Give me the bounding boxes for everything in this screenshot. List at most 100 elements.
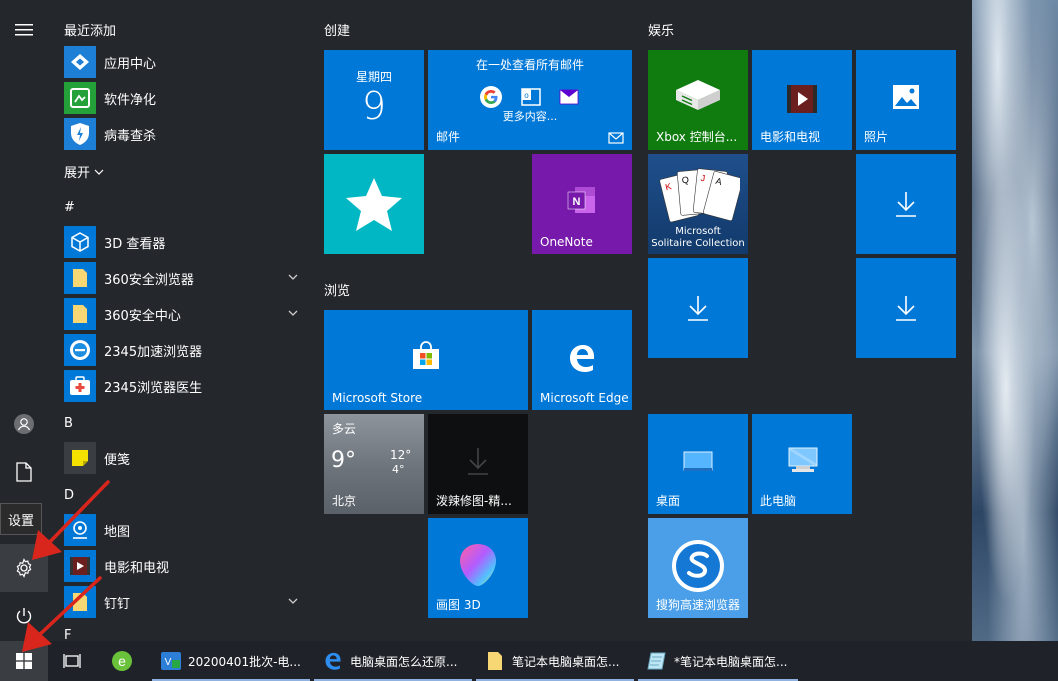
tile-star-app[interactable] bbox=[324, 154, 424, 254]
expand-button[interactable]: 展开 bbox=[64, 162, 104, 181]
sticky-notes-icon bbox=[64, 442, 96, 474]
tile-sogou-browser[interactable]: 搜狗高速浏览器 bbox=[648, 518, 748, 618]
chevron-down-icon bbox=[94, 169, 104, 175]
group-letter-hash[interactable]: # bbox=[64, 200, 75, 215]
taskbar-ie-button[interactable]: e bbox=[100, 641, 144, 681]
tile-label: 电影和电视 bbox=[760, 130, 821, 144]
weather-city: 北京 bbox=[332, 494, 357, 508]
app-item-maps[interactable]: 地图 bbox=[64, 513, 304, 547]
tile-label: Xbox 控制台... bbox=[656, 130, 738, 144]
taskbar: e V 20200401批次-电... 电脑桌面怎么还原... 笔记本电脑桌面怎… bbox=[0, 641, 1058, 681]
tile-microsoft-edge[interactable]: Microsoft Edge bbox=[532, 310, 632, 410]
solitaire-line2: Solitaire Collection bbox=[651, 238, 745, 249]
start-button[interactable] bbox=[0, 641, 48, 681]
movies-tv-icon bbox=[64, 550, 96, 582]
tile-xbox[interactable]: Xbox 控制台... bbox=[648, 50, 748, 150]
tile-pending-download[interactable] bbox=[856, 154, 956, 254]
app-item-movies-tv[interactable]: 电影和电视 bbox=[64, 549, 304, 583]
folder-icon bbox=[484, 650, 506, 672]
app-label: 钉钉 bbox=[104, 596, 131, 612]
tile-label: OneNote bbox=[540, 235, 593, 249]
taskbar-app-label: 电脑桌面怎么还原... bbox=[350, 654, 458, 669]
tile-spicy-photo[interactable]: 泼辣修图-精... bbox=[428, 414, 528, 514]
app-item-2345-browser[interactable]: 2345加速浏览器 bbox=[64, 333, 304, 367]
app-label: 3D 查看器 bbox=[104, 236, 166, 252]
tile-pending-download[interactable] bbox=[648, 258, 748, 358]
taskbar-app-notepad[interactable]: *笔记本电脑桌面怎... bbox=[638, 641, 798, 681]
task-view-button[interactable] bbox=[48, 641, 96, 681]
expand-label: 展开 bbox=[64, 166, 91, 181]
mail-heading: 在一处查看所有邮件 bbox=[475, 58, 584, 72]
group-letter-b[interactable]: B bbox=[64, 416, 73, 431]
task-view-icon bbox=[63, 654, 81, 668]
taskbar-app-label: *笔记本电脑桌面怎... bbox=[674, 654, 788, 669]
app-item-360-browser[interactable]: 360安全浏览器 bbox=[64, 261, 304, 295]
svg-text:Q: Q bbox=[681, 175, 689, 186]
excel-like-icon: V bbox=[160, 650, 182, 672]
chevron-down-icon[interactable] bbox=[286, 594, 300, 608]
tile-label: Microsoft Edge bbox=[540, 391, 629, 405]
3d-viewer-icon bbox=[64, 226, 96, 258]
film-icon bbox=[787, 85, 817, 113]
app-item-3d-viewer[interactable]: 3D 查看器 bbox=[64, 225, 304, 259]
hamburger-icon bbox=[15, 24, 33, 36]
settings-button[interactable] bbox=[0, 544, 48, 592]
group-letter-d[interactable]: D bbox=[64, 488, 74, 503]
envelope-icon bbox=[608, 132, 624, 144]
tile-calendar[interactable]: 星期四 9 bbox=[324, 50, 424, 150]
chevron-down-icon[interactable] bbox=[286, 306, 300, 320]
tile-weather[interactable]: 多云 9° 12° 4° 北京 bbox=[324, 414, 424, 514]
app-item-app-center[interactable]: 应用中心 bbox=[64, 45, 304, 79]
tile-microsoft-store[interactable]: Microsoft Store bbox=[324, 310, 528, 410]
recent-header: 最近添加 bbox=[64, 24, 117, 39]
desktop-icon bbox=[683, 451, 713, 471]
app-item-virus-scan[interactable]: 病毒查杀 bbox=[64, 117, 304, 151]
tile-movies-tv[interactable]: 电影和电视 bbox=[752, 50, 852, 150]
app-label: 2345浏览器医生 bbox=[104, 380, 203, 396]
chevron-down-icon[interactable] bbox=[286, 270, 300, 284]
app-center-icon bbox=[64, 46, 96, 78]
taskbar-app-edge[interactable]: 电脑桌面怎么还原... bbox=[314, 641, 472, 681]
tile-label: 邮件 bbox=[436, 130, 461, 144]
tile-onenote[interactable]: N OneNote bbox=[532, 154, 632, 254]
svg-text:V: V bbox=[165, 657, 172, 668]
weather-condition: 多云 bbox=[332, 422, 357, 436]
desktop-wallpaper bbox=[972, 0, 1058, 641]
tile-desktop[interactable]: 桌面 bbox=[648, 414, 748, 514]
app-item-sticky-notes[interactable]: 便笺 bbox=[64, 441, 304, 475]
taskbar-app-explorer[interactable]: 笔记本电脑桌面怎... bbox=[476, 641, 634, 681]
app-label: 360安全中心 bbox=[104, 308, 181, 324]
tile-paint-3d[interactable]: 画图 3D bbox=[428, 518, 528, 618]
weather-high: 12° bbox=[390, 448, 412, 462]
virus-scan-icon bbox=[64, 118, 96, 150]
ie-browser-icon: e bbox=[112, 651, 132, 671]
tile-label: 此电脑 bbox=[760, 494, 797, 508]
documents-button[interactable] bbox=[0, 448, 48, 496]
app-item-browser-doctor[interactable]: 2345浏览器医生 bbox=[64, 369, 304, 403]
app-label: 便笺 bbox=[104, 452, 131, 468]
tile-photos[interactable]: 照片 bbox=[856, 50, 956, 150]
app-label: 软件净化 bbox=[104, 92, 157, 108]
star-icon bbox=[346, 178, 402, 231]
2345-browser-icon bbox=[64, 334, 96, 366]
taskbar-app-spreadsheet[interactable]: V 20200401批次-电... bbox=[152, 641, 310, 681]
account-button[interactable] bbox=[0, 400, 48, 448]
edge-icon bbox=[322, 650, 344, 672]
sogou-browser-icon bbox=[672, 540, 724, 592]
app-label: 电影和电视 bbox=[104, 560, 170, 576]
power-button[interactable] bbox=[0, 592, 48, 640]
tile-this-pc[interactable]: 此电脑 bbox=[752, 414, 852, 514]
tile-label: Microsoft Store bbox=[332, 391, 423, 405]
tile-label: 桌面 bbox=[656, 494, 681, 508]
tile-mail[interactable]: 在一处查看所有邮件 o 更多内容... 邮件 bbox=[428, 50, 632, 150]
tile-pending-download[interactable] bbox=[856, 258, 956, 358]
outlook-icon: o bbox=[520, 86, 542, 108]
user-avatar-icon bbox=[14, 414, 34, 434]
app-item-360-security[interactable]: 360安全中心 bbox=[64, 297, 304, 331]
app-item-dingtalk[interactable]: 钉钉 bbox=[64, 585, 304, 619]
app-item-software-clean[interactable]: 软件净化 bbox=[64, 81, 304, 115]
power-icon bbox=[16, 608, 32, 624]
playing-cards-icon: K Q J A bbox=[659, 168, 740, 223]
tile-solitaire[interactable]: K Q J A Microsoft Solitaire Collection bbox=[648, 154, 748, 254]
hamburger-menu-button[interactable] bbox=[0, 6, 48, 54]
